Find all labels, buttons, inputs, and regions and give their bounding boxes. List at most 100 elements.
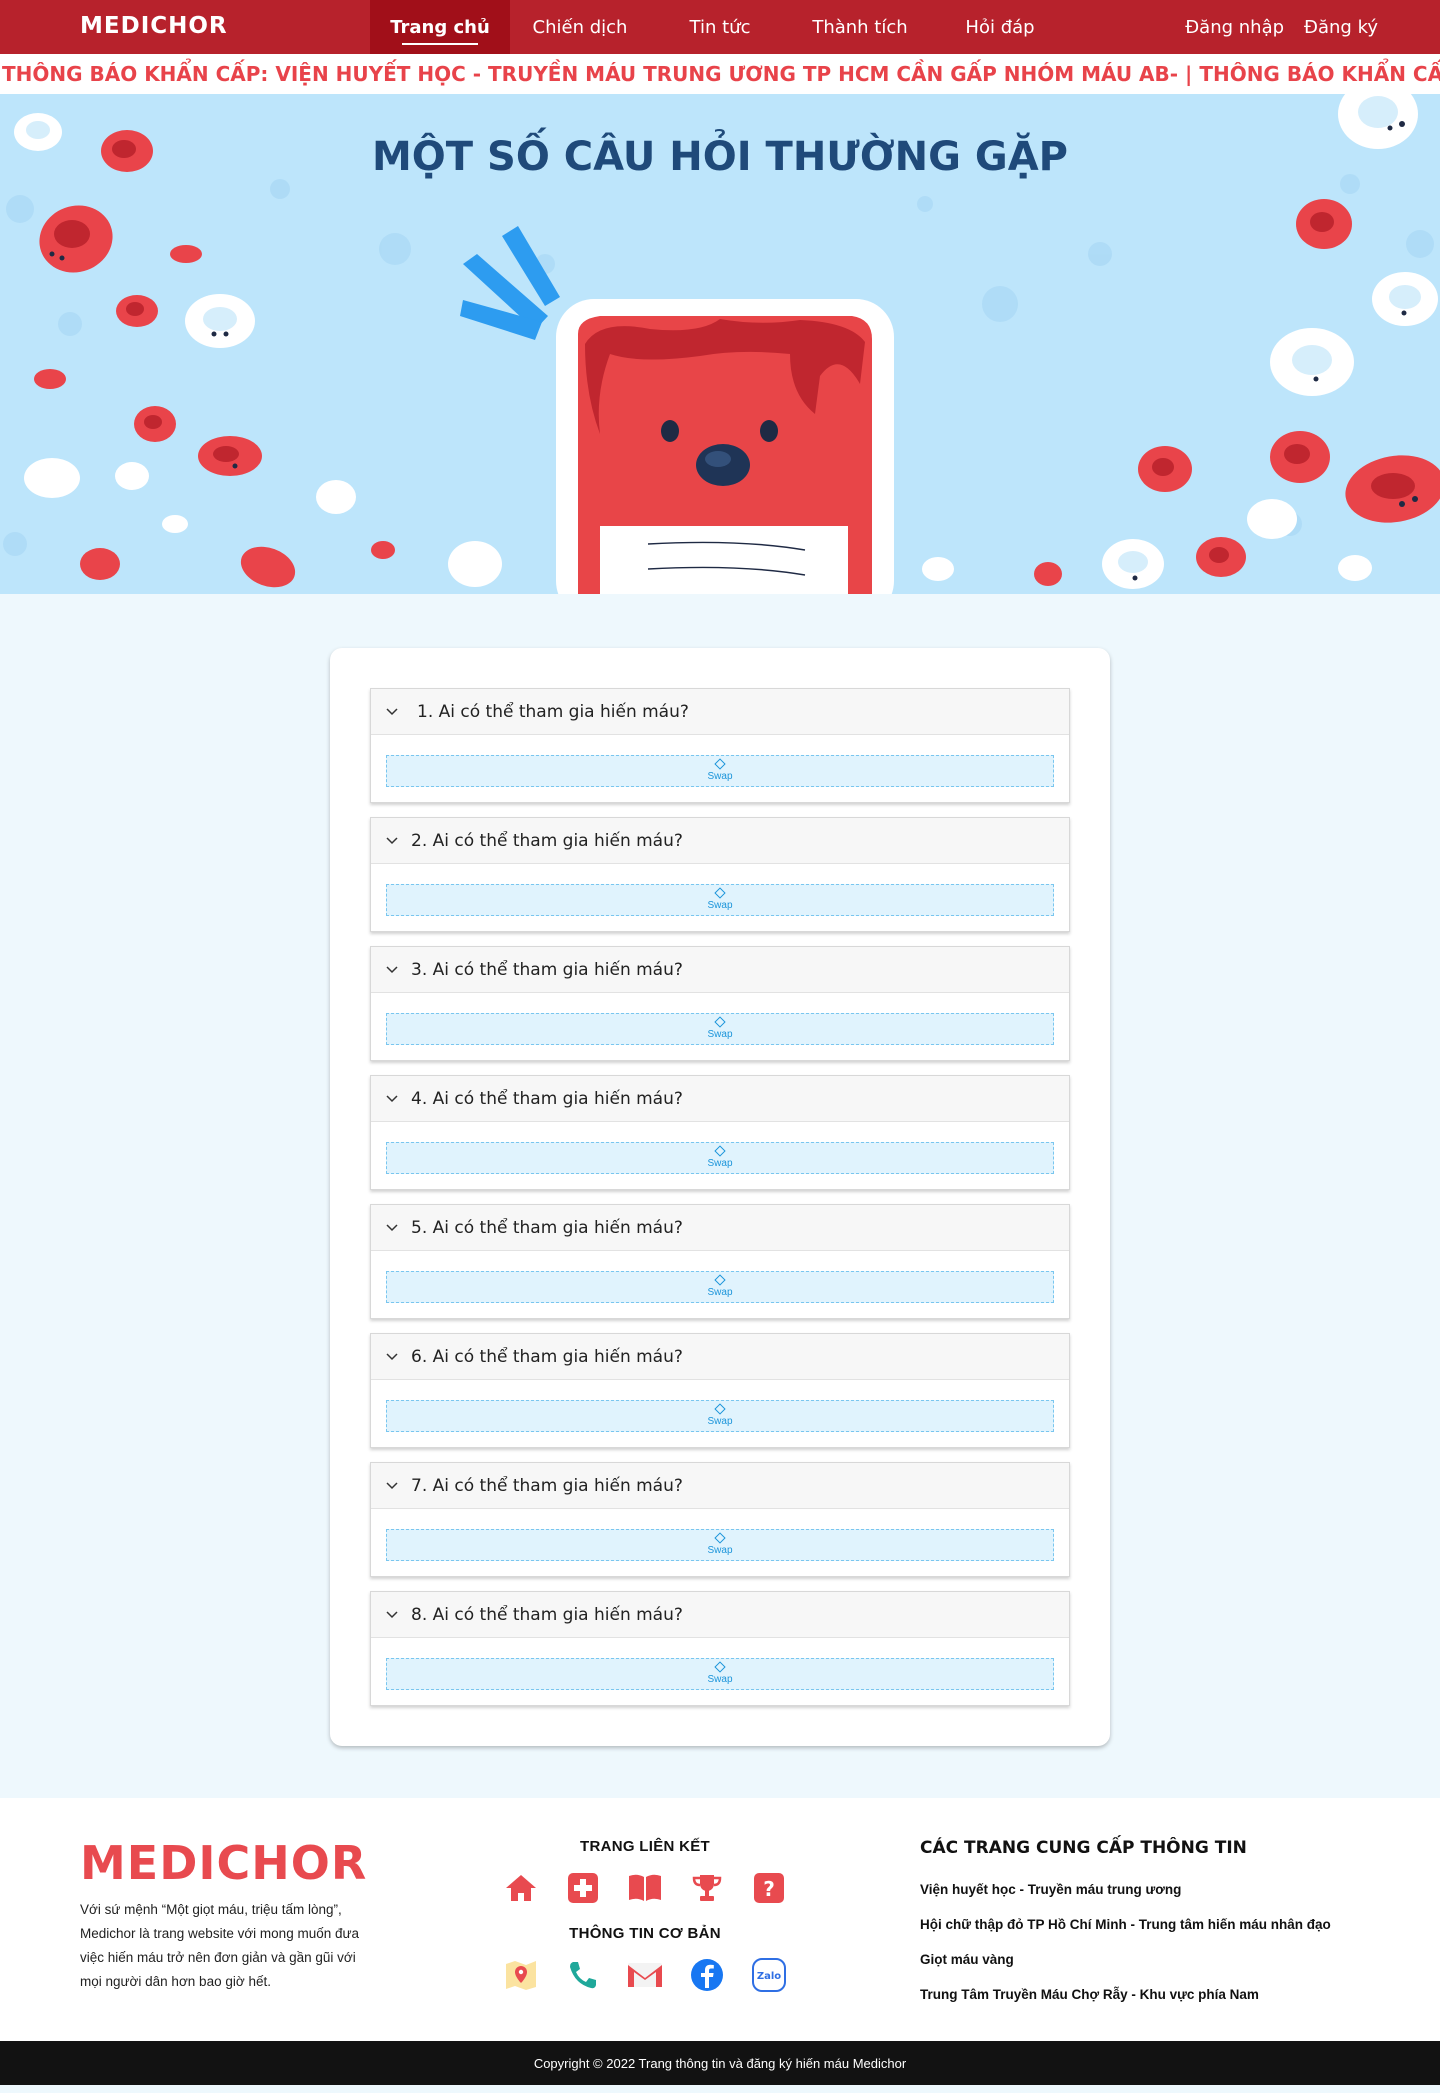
diamond-icon — [714, 1661, 726, 1673]
auth-links: Đăng nhập Đăng ký — [1185, 0, 1378, 54]
faq-question: 7. Ai có thể tham gia hiến máu? — [411, 1475, 683, 1496]
chevron-down-icon — [385, 963, 399, 977]
book-icon[interactable] — [626, 1869, 664, 1907]
faq-card: 1. Ai có thể tham gia hiến máu? Swap 2. … — [330, 648, 1110, 1746]
nav-item-home[interactable]: Trang chủ — [370, 0, 510, 54]
swap-placeholder[interactable]: Swap — [386, 1400, 1054, 1432]
diamond-icon — [714, 1016, 726, 1028]
register-link[interactable]: Đăng ký — [1304, 17, 1378, 38]
nav-item-achievements[interactable]: Thành tích — [790, 0, 930, 54]
faq-question-toggle[interactable]: 5. Ai có thể tham gia hiến máu? — [371, 1205, 1069, 1251]
swap-placeholder[interactable]: Swap — [386, 755, 1054, 787]
faq-item-7: 7. Ai có thể tham gia hiến máu? Swap — [370, 1462, 1070, 1577]
chevron-down-icon — [385, 1479, 399, 1493]
nav-item-campaigns[interactable]: Chiến dịch — [510, 0, 650, 54]
chevron-down-icon — [385, 1092, 399, 1106]
provider-link[interactable]: Viện huyết học - Truyền máu trung ương — [920, 1872, 1331, 1907]
provider-link[interactable]: Trung Tâm Truyền Máu Chợ Rẫy - Khu vực p… — [920, 1977, 1331, 2012]
footer-providers: CÁC TRANG CUNG CẤP THÔNG TIN Viện huyết … — [920, 1838, 1331, 2012]
faq-item-3: 3. Ai có thể tham gia hiến máu? Swap — [370, 946, 1070, 1061]
main-menu: Trang chủ Chiến dịch Tin tức Thành tích … — [370, 0, 1070, 54]
faq-question: 2. Ai có thể tham gia hiến máu? — [411, 830, 683, 851]
faq-item-5: 5. Ai có thể tham gia hiến máu? Swap — [370, 1204, 1070, 1319]
facebook-icon[interactable] — [688, 1956, 726, 1994]
faq-answer: Swap — [371, 1122, 1069, 1189]
provider-link[interactable]: Giọt máu vàng — [920, 1942, 1331, 1977]
faq-answer: Swap — [371, 1638, 1069, 1705]
faq-question-toggle[interactable]: 4. Ai có thể tham gia hiến máu? — [371, 1076, 1069, 1122]
faq-question: 6. Ai có thể tham gia hiến máu? — [411, 1346, 683, 1367]
trophy-icon[interactable] — [688, 1869, 726, 1907]
faq-question-toggle[interactable]: 2. Ai có thể tham gia hiến máu? — [371, 818, 1069, 864]
diamond-icon — [714, 1145, 726, 1157]
emergency-ticker: THÔNG BÁO KHẨN CẤP: VIỆN HUYẾT HỌC - TRU… — [0, 54, 1440, 94]
faq-item-1: 1. Ai có thể tham gia hiến máu? Swap — [370, 688, 1070, 803]
copyright-bar: Copyright © 2022 Trang thông tin và đăng… — [0, 2041, 1440, 2085]
svg-text:?: ? — [763, 1877, 775, 1901]
faq-section: 1. Ai có thể tham gia hiến máu? Swap 2. … — [0, 594, 1440, 1798]
home-icon[interactable] — [502, 1869, 540, 1907]
chevron-down-icon — [385, 1221, 399, 1235]
faq-question: 3. Ai có thể tham gia hiến máu? — [411, 959, 683, 980]
faq-item-4: 4. Ai có thể tham gia hiến máu? Swap — [370, 1075, 1070, 1190]
faq-question: 4. Ai có thể tham gia hiến máu? — [411, 1088, 683, 1109]
map-icon[interactable] — [502, 1956, 540, 1994]
hero-banner: MỘT SỐ CÂU HỎI THƯỜNG GẶP — [0, 94, 1440, 594]
copyright-text: Copyright © 2022 Trang thông tin và đăng… — [533, 2055, 907, 2071]
faq-question-toggle[interactable]: 6. Ai có thể tham gia hiến máu? — [371, 1334, 1069, 1380]
swap-placeholder[interactable]: Swap — [386, 1142, 1054, 1174]
swap-placeholder[interactable]: Swap — [386, 1013, 1054, 1045]
gmail-icon[interactable] — [626, 1956, 664, 1994]
site-footer: MEDICHOR Với sứ mệnh “Một giọt máu, triệ… — [0, 1798, 1440, 2041]
footer-logo[interactable]: MEDICHOR — [80, 1836, 367, 1890]
faq-item-6: 6. Ai có thể tham gia hiến máu? Swap — [370, 1333, 1070, 1448]
login-link[interactable]: Đăng nhập — [1185, 17, 1284, 38]
faq-question-toggle[interactable]: 3. Ai có thể tham gia hiến máu? — [371, 947, 1069, 993]
faq-answer: Swap — [371, 1251, 1069, 1318]
ticker-text: THÔNG BÁO KHẨN CẤP: VIỆN HUYẾT HỌC - TRU… — [2, 62, 1440, 86]
faq-question: 1. Ai có thể tham gia hiến máu? — [417, 701, 689, 722]
chevron-down-icon — [385, 834, 399, 848]
info-icons-row: Zalo — [490, 1956, 800, 1994]
top-navbar: MEDICHOR Trang chủ Chiến dịch Tin tức Th… — [0, 0, 1440, 54]
faq-question-toggle[interactable]: 1. Ai có thể tham gia hiến máu? — [371, 689, 1069, 735]
swap-placeholder[interactable]: Swap — [386, 1529, 1054, 1561]
question-icon[interactable]: ? — [750, 1869, 788, 1907]
faq-question: 8. Ai có thể tham gia hiến máu? — [411, 1604, 683, 1625]
providers-heading: CÁC TRANG CUNG CẤP THÔNG TIN — [920, 1838, 1247, 1858]
footer-mission: Với sứ mệnh “Một giọt máu, triệu tấm lòn… — [80, 1902, 360, 1989]
diamond-icon — [714, 1403, 726, 1415]
footer-links: TRANG LIÊN KẾT ? THÔNG TIN CƠ BẢN Zalo — [490, 1838, 800, 2012]
chevron-down-icon — [385, 1608, 399, 1622]
zalo-icon[interactable]: Zalo — [750, 1956, 788, 1994]
faq-item-2: 2. Ai có thể tham gia hiến máu? Swap — [370, 817, 1070, 932]
link-icons-row: ? — [490, 1869, 800, 1907]
faq-answer: Swap — [371, 735, 1069, 802]
swap-placeholder[interactable]: Swap — [386, 1271, 1054, 1303]
faq-item-8: 8. Ai có thể tham gia hiến máu? Swap — [370, 1591, 1070, 1706]
links-heading: TRANG LIÊN KẾT — [579, 1838, 711, 1855]
swap-placeholder[interactable]: Swap — [386, 1658, 1054, 1690]
faq-question-toggle[interactable]: 8. Ai có thể tham gia hiến máu? — [371, 1592, 1069, 1638]
diamond-icon — [714, 758, 726, 770]
nav-item-faq[interactable]: Hỏi đáp — [930, 0, 1070, 54]
provider-link[interactable]: Hội chữ thập đỏ TP Hồ Chí Minh - Trung t… — [920, 1907, 1331, 1942]
diamond-icon — [714, 1532, 726, 1544]
faq-question: 5. Ai có thể tham gia hiến máu? — [411, 1217, 683, 1238]
chevron-down-icon — [385, 705, 399, 719]
zalo-label: Zalo — [757, 1971, 781, 1982]
faq-answer: Swap — [371, 1509, 1069, 1576]
faq-answer: Swap — [371, 1380, 1069, 1447]
diamond-icon — [714, 887, 726, 899]
faq-answer: Swap — [371, 864, 1069, 931]
diamond-icon — [714, 1274, 726, 1286]
nav-item-news[interactable]: Tin tức — [650, 0, 790, 54]
page-title: MỘT SỐ CÂU HỎI THƯỜNG GẶP — [372, 134, 1068, 180]
swap-placeholder[interactable]: Swap — [386, 884, 1054, 916]
info-heading: THÔNG TIN CƠ BẢN — [569, 1925, 721, 1942]
chevron-down-icon — [385, 1350, 399, 1364]
site-logo[interactable]: MEDICHOR — [80, 13, 228, 39]
medical-cross-icon[interactable] — [564, 1869, 602, 1907]
phone-icon[interactable] — [564, 1956, 602, 1994]
faq-question-toggle[interactable]: 7. Ai có thể tham gia hiến máu? — [371, 1463, 1069, 1509]
